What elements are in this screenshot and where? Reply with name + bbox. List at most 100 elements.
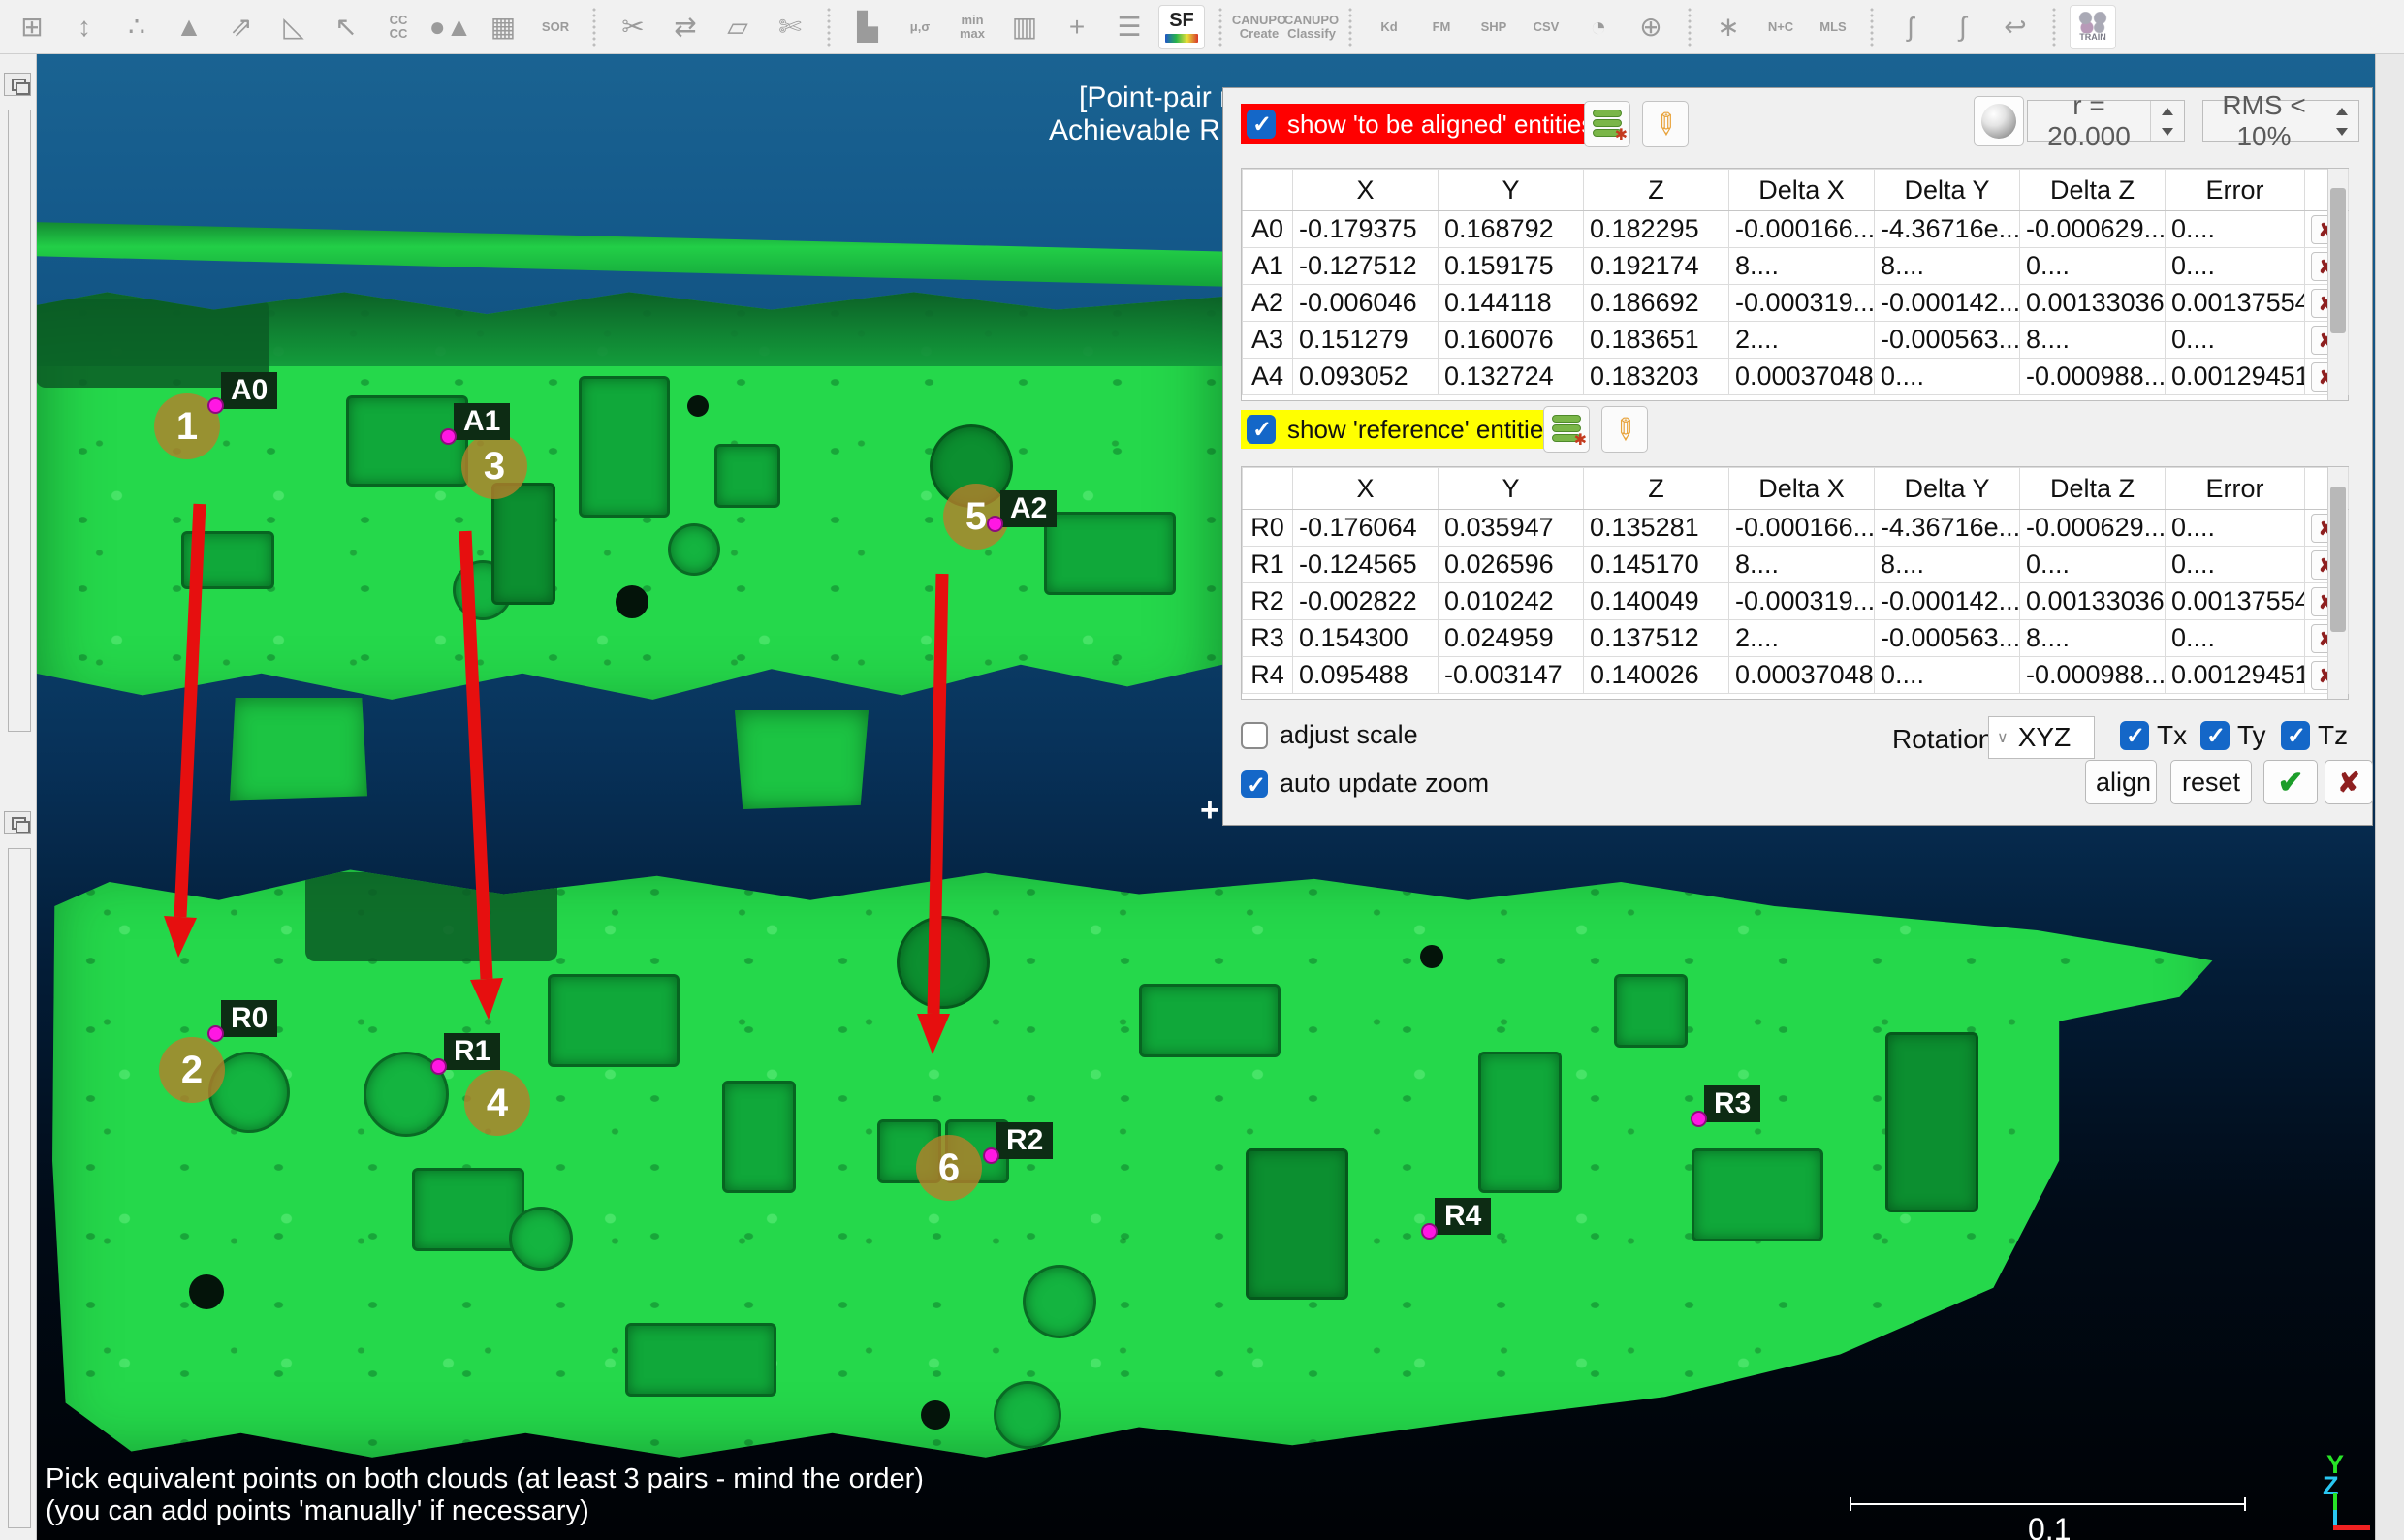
sf-min-max-button[interactable]: min max [949, 5, 996, 49]
value-cell[interactable]: 2.... [1729, 620, 1875, 657]
value-cell[interactable]: -0.124565 [1293, 547, 1439, 583]
value-cell[interactable]: 0.182295 [1584, 211, 1729, 248]
spin-down-icon[interactable] [2325, 121, 2358, 141]
cloud-cloud-distance-button[interactable]: CC CC [375, 5, 422, 49]
use-sphere-button[interactable] [1974, 96, 2024, 146]
value-cell[interactable]: -0.000629... [2020, 211, 2166, 248]
sphere-radius-spinbox[interactable]: r = 20.000 [2027, 100, 2185, 142]
cross-section-box-button[interactable]: ▱ [714, 5, 761, 49]
value-cell[interactable]: 0.035947 [1439, 510, 1584, 547]
value-cell[interactable]: 0.... [2166, 620, 2305, 657]
value-cell[interactable]: 0.140026 [1584, 657, 1729, 694]
point-row-R4[interactable]: R40.095488-0.0031470.1400260.000370480..… [1243, 657, 2349, 694]
rotation-dropdown[interactable]: ∨ XYZ [1988, 716, 2095, 759]
value-cell[interactable]: -0.002822 [1293, 583, 1439, 620]
value-cell[interactable]: 0.00137554 [2166, 285, 2305, 322]
value-cell[interactable]: -0.000563... [1875, 620, 2020, 657]
value-cell[interactable]: -0.179375 [1293, 211, 1439, 248]
column-header[interactable]: X [1293, 468, 1439, 510]
row-header[interactable]: A0 [1243, 211, 1293, 248]
scissors-cut-button[interactable]: ✂ [610, 5, 656, 49]
masc-train-button[interactable]: TRAIN [2070, 5, 2116, 49]
value-cell[interactable]: -0.000563... [1875, 322, 2020, 359]
value-cell[interactable]: 0.00037048 [1729, 359, 1875, 395]
column-header[interactable]: Y [1439, 468, 1584, 510]
value-cell[interactable]: -0.003147 [1439, 657, 1584, 694]
value-cell[interactable]: 0.00133036 [2020, 583, 2166, 620]
translate-rotate-button[interactable]: ⇄ [662, 5, 709, 49]
value-cell[interactable]: 0.144118 [1439, 285, 1584, 322]
value-cell[interactable]: 0.186692 [1584, 285, 1729, 322]
value-cell[interactable]: -0.000142... [1875, 583, 2020, 620]
value-cell[interactable]: -0.000988... [2020, 657, 2166, 694]
fast-marching-button[interactable]: FM [1418, 5, 1465, 49]
value-cell[interactable]: 0.026596 [1439, 547, 1584, 583]
value-cell[interactable]: 0.010242 [1439, 583, 1584, 620]
value-cell[interactable]: 8.... [2020, 322, 2166, 359]
value-cell[interactable]: 0.00037048 [1729, 657, 1875, 694]
value-cell[interactable]: -4.36716e... [1875, 211, 2020, 248]
point-row-R0[interactable]: R0-0.1760640.0359470.135281-0.000166...-… [1243, 510, 2349, 547]
value-cell[interactable]: 0.00129451 [2166, 657, 2305, 694]
value-cell[interactable]: 0.00129451 [2166, 359, 2305, 395]
delaunay-mesh-button[interactable]: ◺ [270, 5, 317, 49]
value-cell[interactable]: 0.168792 [1439, 211, 1584, 248]
column-header[interactable]: Delta Y [1875, 170, 2020, 211]
sor-filter-button[interactable]: SOR [532, 5, 579, 49]
column-header[interactable]: Z [1584, 170, 1729, 211]
row-header[interactable]: R0 [1243, 510, 1293, 547]
column-header[interactable]: Delta X [1729, 468, 1875, 510]
value-cell[interactable]: 0.... [2166, 547, 2305, 583]
value-cell[interactable]: 8.... [1875, 547, 2020, 583]
sample-points-on-mesh-button[interactable]: ▲ [166, 5, 212, 49]
active-scalar-field-button[interactable]: SF [1158, 5, 1205, 49]
value-cell[interactable]: 0.... [2166, 510, 2305, 547]
value-cell[interactable]: 8.... [1729, 248, 1875, 285]
add-point-manually-button[interactable]: ✎ [1601, 406, 1648, 453]
column-header[interactable]: Y [1439, 170, 1584, 211]
value-cell[interactable]: 0.183651 [1584, 322, 1729, 359]
row-header[interactable]: R2 [1243, 583, 1293, 620]
value-cell[interactable]: 0.00133036 [2020, 285, 2166, 322]
value-cell[interactable]: 0.... [2166, 322, 2305, 359]
histogram-button[interactable]: ▙ [844, 5, 891, 49]
segment-tool-button[interactable]: ✄ [767, 5, 813, 49]
checkbox-unchecked-icon[interactable] [1241, 722, 1268, 749]
adjust-scale-option[interactable]: adjust scale [1241, 720, 1418, 750]
pick-from-db-button[interactable] [1584, 101, 1630, 147]
column-header[interactable]: Error [2166, 468, 2305, 510]
column-header[interactable]: Error [2166, 170, 2305, 211]
sf-arithmetic-button[interactable]: ☰ [1106, 5, 1153, 49]
value-cell[interactable]: -0.006046 [1293, 285, 1439, 322]
value-cell[interactable]: 0.... [2020, 547, 2166, 583]
rollback-button[interactable]: ↩ [1992, 5, 2039, 49]
point-picking-button[interactable]: ↖ [323, 5, 369, 49]
checkbox-checked-icon[interactable] [1241, 770, 1268, 798]
value-cell[interactable]: 0.154300 [1293, 620, 1439, 657]
spin-up-icon[interactable] [2151, 101, 2184, 121]
column-header[interactable]: Delta Z [2020, 170, 2166, 211]
spline-sample-button[interactable]: ∫ [1940, 5, 1986, 49]
value-cell[interactable]: -0.000166... [1729, 211, 1875, 248]
value-cell[interactable]: -0.000319... [1729, 285, 1875, 322]
column-header[interactable]: Delta X [1729, 170, 1875, 211]
sphere-sectors-button[interactable]: ◔ [1575, 5, 1622, 49]
spin-up-icon[interactable] [2325, 101, 2358, 121]
table-scrollbar[interactable] [2327, 467, 2348, 699]
column-header[interactable]: Delta Y [1875, 468, 2020, 510]
value-cell[interactable]: 0.135281 [1584, 510, 1729, 547]
column-header[interactable]: X [1293, 170, 1439, 211]
show-reference-toggle[interactable]: show 'reference' entities [1241, 410, 1569, 449]
value-cell[interactable]: 0.... [2166, 211, 2305, 248]
point-row-R1[interactable]: R1-0.1245650.0265960.1451708....8....0..… [1243, 547, 2349, 583]
canupo-create-button[interactable]: CANUPO Create [1236, 5, 1282, 49]
cloud-mesh-distance-button[interactable]: ●▲ [427, 5, 474, 49]
value-cell[interactable]: 8.... [2020, 620, 2166, 657]
row-header[interactable]: A3 [1243, 322, 1293, 359]
value-cell[interactable]: 0.151279 [1293, 322, 1439, 359]
rms-threshold-spinbox[interactable]: RMS < 10% [2202, 100, 2359, 142]
auto-update-zoom-option[interactable]: auto update zoom [1241, 769, 1489, 799]
globe-projection-button[interactable]: ⊕ [1628, 5, 1674, 49]
shp-file-button[interactable]: SHP [1471, 5, 1517, 49]
value-cell[interactable]: 8.... [1729, 547, 1875, 583]
